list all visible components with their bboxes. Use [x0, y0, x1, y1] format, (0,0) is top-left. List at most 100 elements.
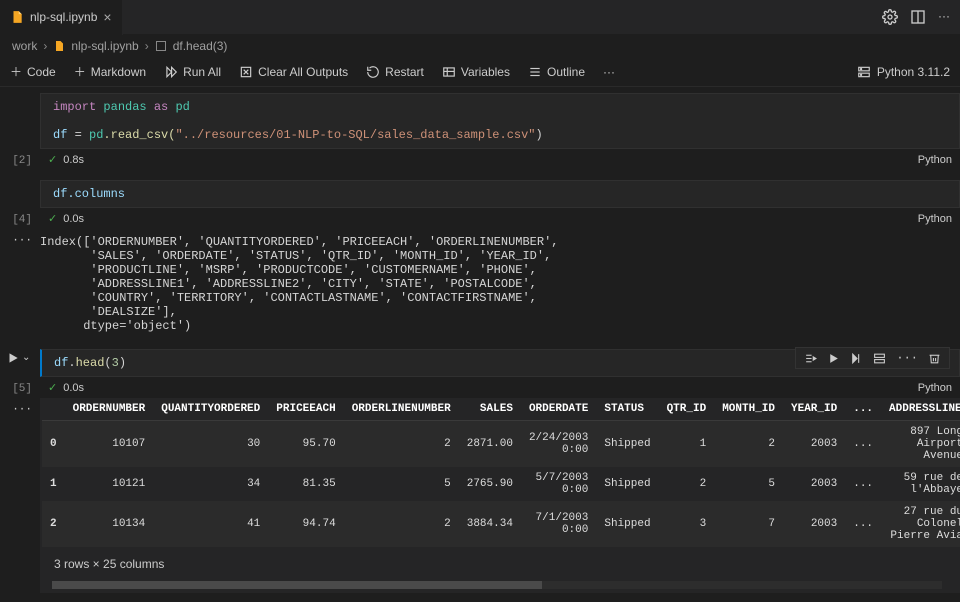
kernel-label: Python 3.11.2 [877, 65, 950, 79]
run-cell-icon[interactable] [6, 351, 20, 365]
cell-output-row: ··· ORDERNUMBER QUANTITYORDERED PRICEEAC… [0, 398, 960, 593]
editor-tab-bar: nlp-sql.ipynb × ··· [0, 0, 960, 35]
more-actions-icon[interactable]: ··· [938, 9, 950, 25]
breadcrumb: work › nlp-sql.ipynb › df.head(3) [0, 35, 960, 57]
cell-icon [155, 40, 167, 52]
run-all-label: Run All [183, 65, 221, 79]
outline-icon [528, 65, 542, 79]
clear-outputs-button[interactable]: Clear All Outputs [239, 65, 348, 79]
jupyter-file-icon [53, 40, 65, 52]
settings-icon[interactable] [882, 9, 898, 25]
exec-time: 0.0s [63, 382, 84, 394]
success-check-icon: ✓ [48, 212, 57, 225]
toolbar-more-icon[interactable]: ··· [603, 65, 615, 79]
cell-language[interactable]: Python [918, 382, 952, 394]
delete-cell-icon[interactable] [928, 352, 941, 365]
notebook-body: import pandas as pd df = pd.read_csv("..… [0, 87, 960, 593]
variables-label: Variables [461, 65, 510, 79]
dataframe-table: ORDERNUMBER QUANTITYORDERED PRICEEACH OR… [42, 398, 960, 547]
add-code-label: Code [27, 65, 56, 79]
restart-icon [366, 65, 380, 79]
output-collapse-icon[interactable]: ··· [0, 398, 40, 593]
notebook-cell: df.columns [0, 180, 960, 208]
table-header: STATUS [596, 398, 658, 421]
table-header: PRICEEACH [268, 398, 343, 421]
exec-time: 0.0s [63, 213, 84, 225]
notebook-cell: import pandas as pd df = pd.read_csv("..… [0, 93, 960, 149]
run-all-icon [164, 65, 178, 79]
cell-output-row: ··· Index(['ORDERNUMBER', 'QUANTITYORDER… [0, 229, 960, 339]
table-header: ORDERNUMBER [65, 398, 154, 421]
table-header: YEAR_ID [783, 398, 845, 421]
close-icon[interactable]: × [103, 10, 111, 24]
clear-outputs-label: Clear All Outputs [258, 65, 348, 79]
plus-icon: ＋ [74, 63, 86, 80]
outline-button[interactable]: Outline [528, 65, 585, 79]
add-markdown-label: Markdown [91, 65, 146, 79]
code-input[interactable]: df.columns [40, 180, 960, 208]
cell-language[interactable]: Python [918, 213, 952, 225]
table-row: 0 10107 30 95.70 2 2871.00 2/24/2003 0:0… [42, 421, 960, 468]
dataframe-shape: 3 rows × 25 columns [42, 547, 952, 581]
success-check-icon: ✓ [48, 153, 57, 166]
chevron-right-icon: › [43, 39, 47, 53]
chevron-down-icon[interactable]: ⌄ [22, 352, 30, 364]
horizontal-scrollbar[interactable] [52, 581, 942, 589]
server-icon [857, 65, 871, 79]
breadcrumb-file[interactable]: nlp-sql.ipynb [71, 39, 138, 53]
outline-label: Outline [547, 65, 585, 79]
breadcrumb-folder[interactable]: work [12, 39, 37, 53]
execute-below-icon[interactable] [850, 352, 863, 365]
cell-more-icon[interactable]: ··· [896, 351, 918, 365]
jupyter-file-icon [10, 10, 24, 24]
breadcrumb-symbol[interactable]: df.head(3) [173, 39, 228, 53]
clear-icon [239, 65, 253, 79]
table-header: SALES [459, 398, 521, 421]
table-header-row: ORDERNUMBER QUANTITYORDERED PRICEEACH OR… [42, 398, 960, 421]
split-cell-icon[interactable] [873, 352, 886, 365]
variables-button[interactable]: Variables [442, 65, 510, 79]
table-header: ADDRESSLINE1 [881, 398, 960, 421]
table-header: MONTH_ID [714, 398, 783, 421]
dataframe-output[interactable]: ORDERNUMBER QUANTITYORDERED PRICEEACH OR… [40, 398, 960, 593]
table-header: QTR_ID [659, 398, 715, 421]
cell-meta-row: [5] ✓ 0.0s Python [0, 377, 960, 398]
exec-time: 0.8s [63, 154, 84, 166]
execute-cell-icon[interactable] [827, 352, 840, 365]
table-header: ORDERLINENUMBER [344, 398, 459, 421]
editor-tab[interactable]: nlp-sql.ipynb × [0, 0, 123, 35]
restart-label: Restart [385, 65, 424, 79]
add-markdown-button[interactable]: ＋ Markdown [74, 63, 146, 80]
table-row: 2 10134 41 94.74 2 3884.34 7/1/2003 0:00… [42, 501, 960, 547]
success-check-icon: ✓ [48, 381, 57, 394]
chevron-right-icon: › [145, 39, 149, 53]
split-editor-icon[interactable] [910, 9, 926, 25]
table-header: QUANTITYORDERED [153, 398, 268, 421]
cell-prompt: [2] [0, 149, 40, 170]
cell-action-bar: ··· [795, 347, 950, 369]
scrollbar-thumb[interactable] [52, 581, 542, 589]
cell-meta-row: [2] ✓ 0.8s Python [0, 149, 960, 170]
tab-title: nlp-sql.ipynb [30, 10, 97, 24]
add-code-button[interactable]: ＋ Code [10, 63, 56, 80]
run-by-line-icon[interactable] [804, 352, 817, 365]
notebook-cell-active: ⌄ ··· df.head(3) [0, 349, 960, 377]
cell-language[interactable]: Python [918, 154, 952, 166]
table-header: ORDERDATE [521, 398, 596, 421]
restart-button[interactable]: Restart [366, 65, 424, 79]
cell-output: Index(['ORDERNUMBER', 'QUANTITYORDERED',… [40, 229, 960, 339]
run-all-button[interactable]: Run All [164, 65, 221, 79]
cell-meta-row: [4] ✓ 0.0s Python [0, 208, 960, 229]
notebook-toolbar: ＋ Code ＋ Markdown Run All Clear All Outp… [0, 57, 960, 87]
kernel-picker[interactable]: Python 3.11.2 [857, 65, 950, 79]
code-input[interactable]: import pandas as pd df = pd.read_csv("..… [40, 93, 960, 149]
cell-prompt: [4] [0, 208, 40, 229]
variables-icon [442, 65, 456, 79]
table-header: ... [845, 398, 881, 421]
table-row: 1 10121 34 81.35 5 2765.90 5/7/2003 0:00… [42, 467, 960, 501]
output-collapse-icon[interactable]: ··· [0, 229, 40, 339]
plus-icon: ＋ [10, 63, 22, 80]
table-header [42, 398, 65, 421]
cell-prompt [0, 93, 40, 149]
cell-prompt: [5] [0, 377, 40, 398]
